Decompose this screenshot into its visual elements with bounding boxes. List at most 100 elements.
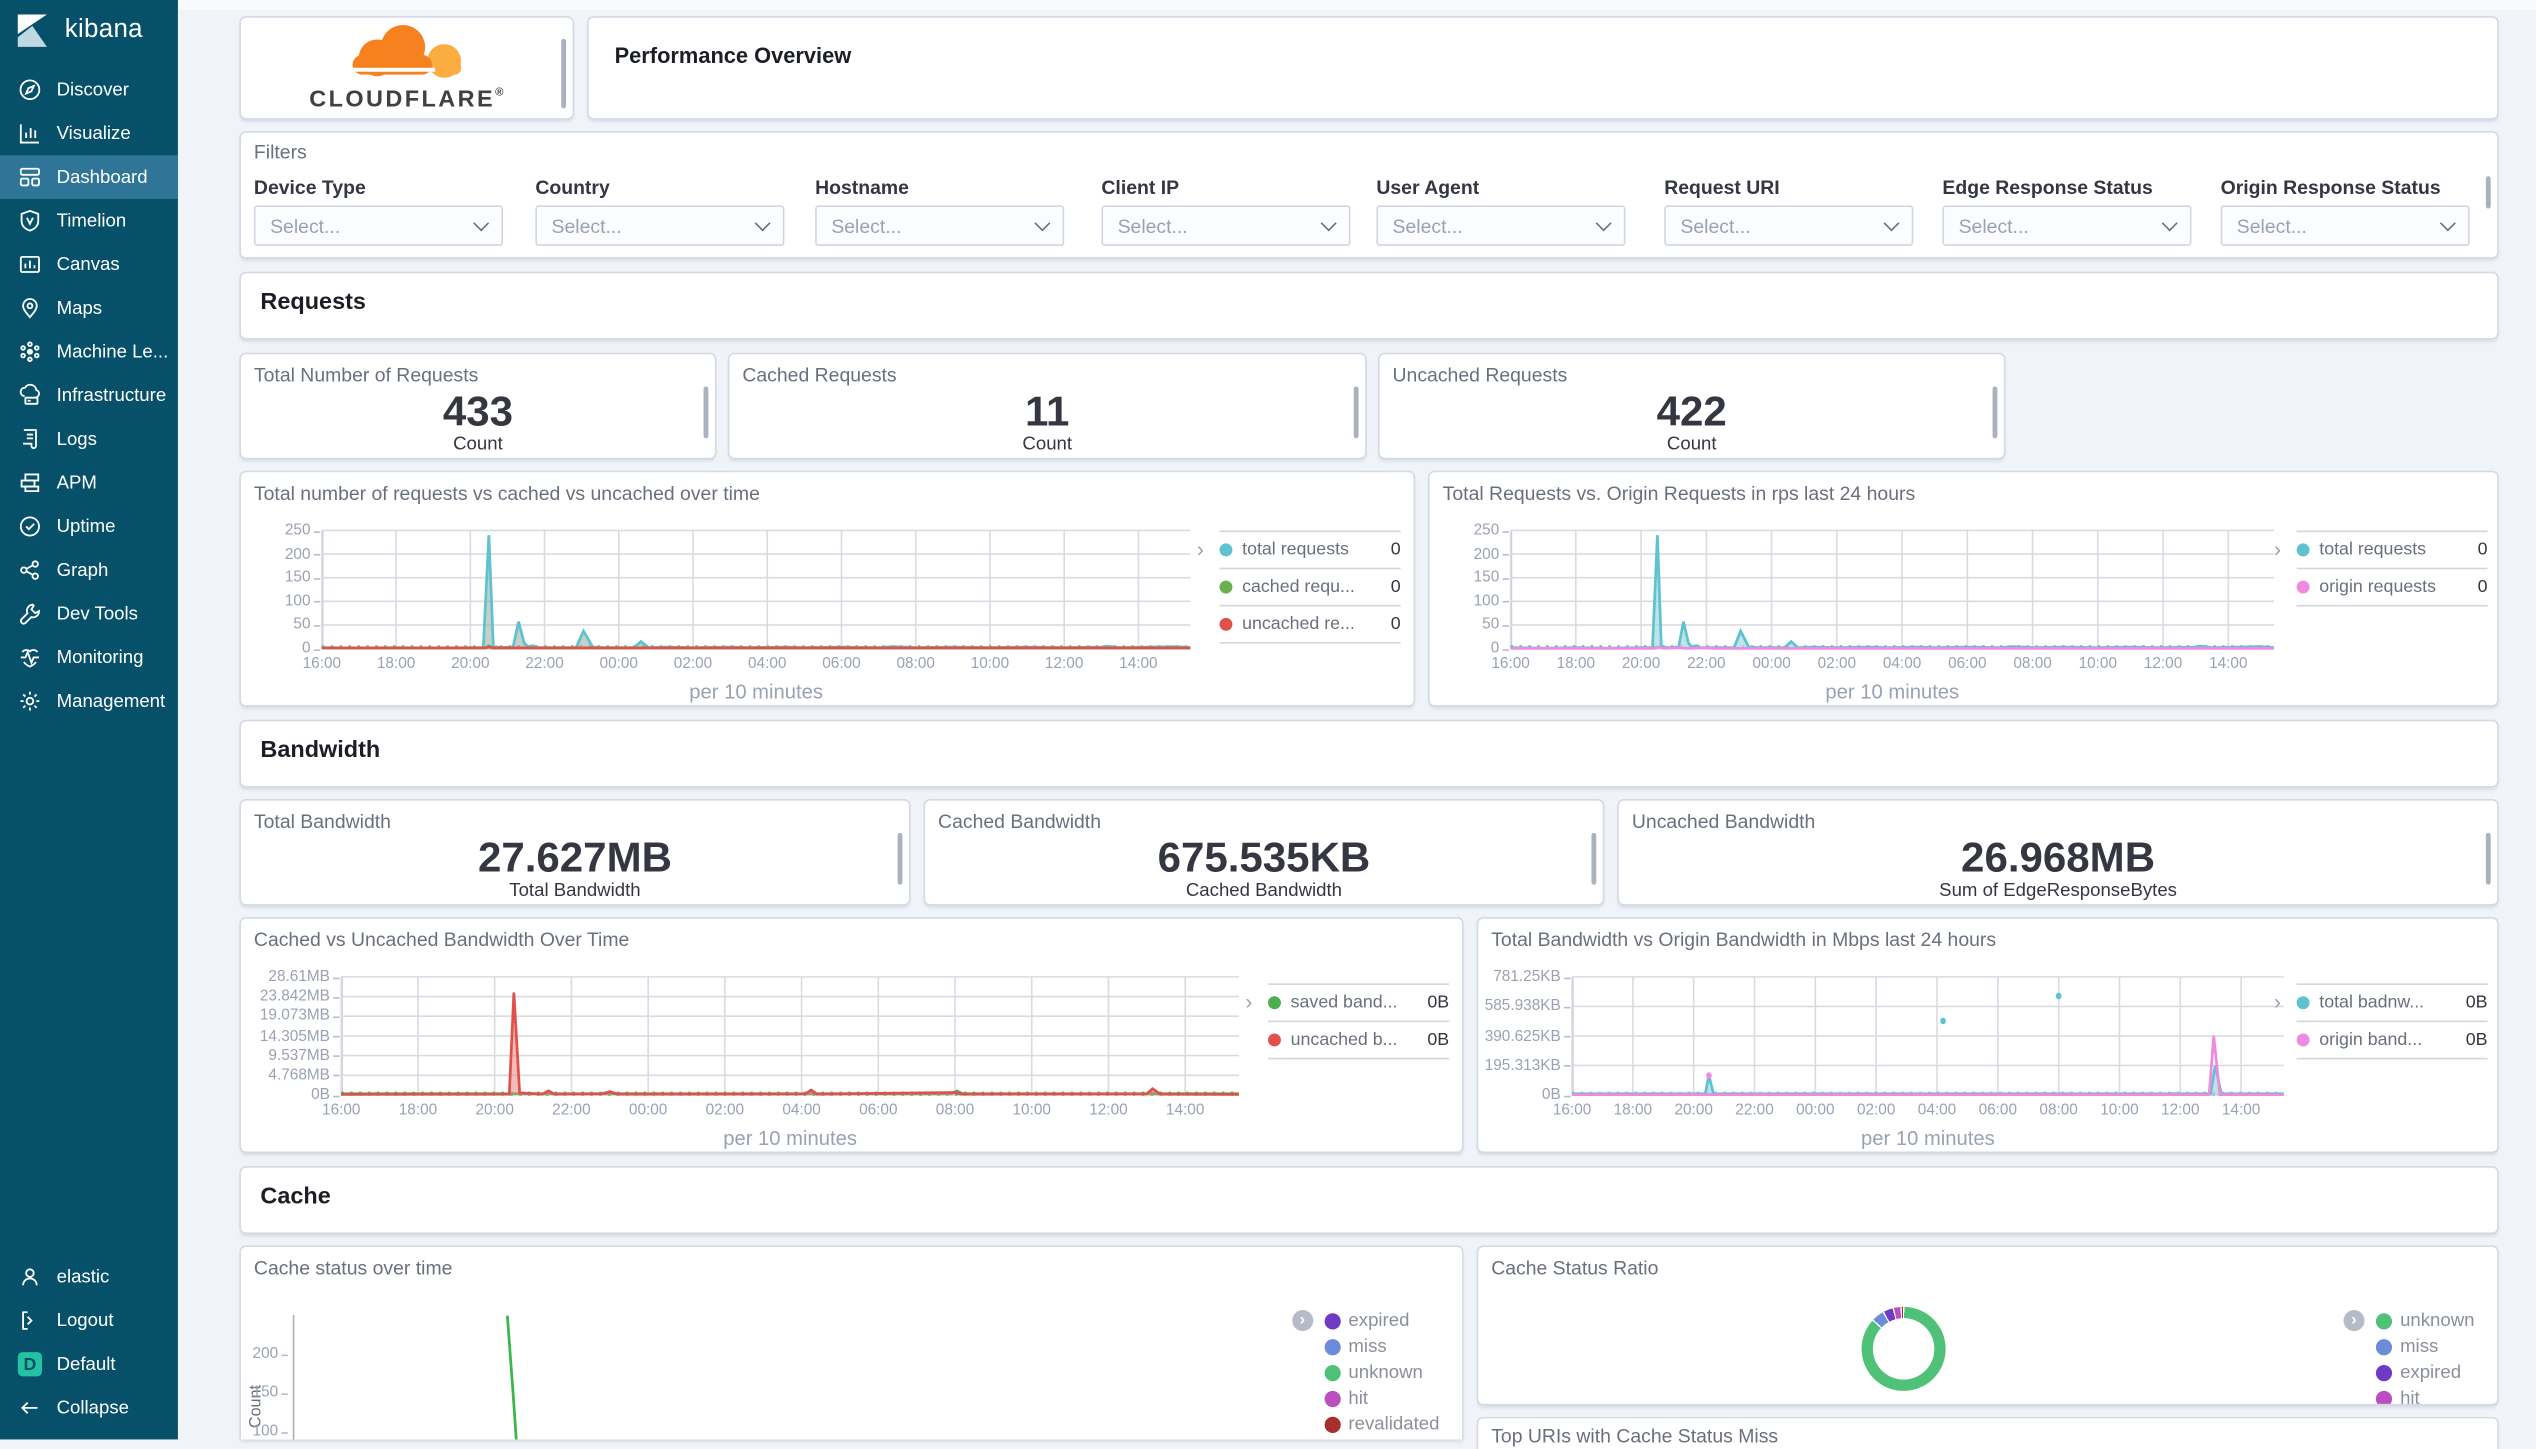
sidebar-item-collapse[interactable]: Collapse xyxy=(0,1386,178,1439)
filter-edge-response-status: Edge Response Status Select... xyxy=(1942,176,2192,246)
legend-collapse-icon[interactable]: › xyxy=(1245,990,1252,1014)
sidebar-item-dashboard[interactable]: Dashboard xyxy=(0,155,178,199)
panel-scrollbar[interactable] xyxy=(1992,386,1998,439)
discover-icon xyxy=(19,79,41,101)
series-dot xyxy=(1324,1313,1341,1330)
metric-value: 26.968MB xyxy=(1961,832,2156,882)
metric-total-bandwidth: Total Bandwidth 27.627MB Total Bandwidth xyxy=(239,798,911,906)
cache-status-ratio-donut[interactable] xyxy=(1861,1306,1946,1391)
series-dot xyxy=(1267,1033,1281,1047)
y-axis-ticks: 200150100500 xyxy=(241,1315,288,1439)
sidebar-item-timelion[interactable]: Timelion xyxy=(0,199,178,243)
metric-sub-label: Count xyxy=(453,435,503,455)
sidebar-item-user[interactable]: elastic xyxy=(0,1255,178,1299)
request-uri-select[interactable]: Select... xyxy=(1664,205,1914,246)
series-dot xyxy=(2375,1365,2392,1382)
sidebar-item-dev-tools[interactable]: Dev Tools xyxy=(0,592,178,636)
panel-scrollbar[interactable] xyxy=(1591,832,1597,885)
panel-scrollbar[interactable] xyxy=(2485,832,2491,885)
sidebar-item-apm[interactable]: APM xyxy=(0,461,178,505)
sidebar-item-visualize[interactable]: Visualize xyxy=(0,112,178,156)
legend-item-expired[interactable]: expired xyxy=(2375,1360,2475,1386)
legend-collapse-icon[interactable]: › xyxy=(1291,1310,1313,1332)
panel-scrollbar[interactable] xyxy=(1353,386,1359,439)
sidebar-item-canvas[interactable]: Canvas xyxy=(0,243,178,287)
kibana-logo[interactable]: kibana xyxy=(0,0,178,61)
legend-collapse-icon[interactable]: › xyxy=(2274,537,2281,561)
legend-item-uncached-bandwidth[interactable]: uncached b... 0B xyxy=(1267,1020,1450,1058)
sidebar-item-uptime[interactable]: Uptime xyxy=(0,505,178,549)
sidebar-item-monitoring[interactable]: Monitoring xyxy=(0,636,178,680)
client-ip-select[interactable]: Select... xyxy=(1101,205,1351,246)
filters-title: Filters xyxy=(253,140,307,164)
filter-device-type: Device Type Select... xyxy=(253,176,503,246)
legend-item-unknown[interactable]: unknown xyxy=(2375,1308,2475,1334)
hostname-select[interactable]: Select... xyxy=(815,205,1065,246)
legend-collapse-icon[interactable]: › xyxy=(1197,537,1204,561)
series-dot xyxy=(2296,580,2310,594)
metric-value: 27.627MB xyxy=(477,832,672,882)
legend-collapse-icon[interactable]: › xyxy=(2274,990,2281,1014)
sidebar-item-logout[interactable]: Logout xyxy=(0,1299,178,1343)
legend-collapse-icon[interactable]: › xyxy=(2343,1310,2365,1332)
metric-title: Cached Requests xyxy=(742,363,897,387)
filter-label: Client IP xyxy=(1101,176,1180,199)
legend-item-total-requests[interactable]: total requests 0 xyxy=(1219,530,1401,567)
sidebar-item-machine-learning[interactable]: Machine Le... xyxy=(0,330,178,374)
legend-item-unknown[interactable]: unknown xyxy=(1324,1360,1439,1386)
legend-item-revalidated[interactable]: revalidated xyxy=(1324,1412,1439,1438)
timelion-icon xyxy=(20,209,40,232)
legend-item-miss[interactable]: miss xyxy=(1324,1334,1439,1360)
legend-item-cached-requests[interactable]: cached requ... 0 xyxy=(1219,567,1401,605)
chart-cache-status-over-time: Cache status over time Count 20015010050… xyxy=(239,1245,1464,1440)
logout-icon xyxy=(22,1311,33,1330)
legend-item-hit[interactable]: hit xyxy=(1324,1386,1439,1412)
sidebar-item-logs[interactable]: Logs xyxy=(0,417,178,461)
legend-item-saved-bandwidth[interactable]: saved band... 0B xyxy=(1267,983,1450,1020)
sidebar-item-discover[interactable]: Discover xyxy=(0,68,178,112)
machine-learning-icon xyxy=(20,341,40,363)
chart-plot: 200150100500 xyxy=(253,1314,1409,1440)
panel-scrollbar[interactable] xyxy=(897,832,903,885)
legend-item-uncached-requests[interactable]: uncached re... 0 xyxy=(1219,604,1401,642)
sidebar-item-infrastructure[interactable]: Infrastructure xyxy=(0,374,178,418)
metric-sub-label: Sum of EdgeResponseBytes xyxy=(1939,881,2177,901)
uptime-icon xyxy=(19,516,40,537)
chart-legend: › total badnw... 0B origin band... 0B xyxy=(2274,983,2488,1059)
chevron-down-icon xyxy=(473,215,490,232)
sidebar-footer: elastic Logout D Default Collapse xyxy=(0,1255,178,1439)
legend-item-expired[interactable]: expired xyxy=(1324,1308,1439,1334)
device-type-select[interactable]: Select... xyxy=(253,205,503,246)
metric-cached-bandwidth: Cached Bandwidth 675.535KB Cached Bandwi… xyxy=(923,798,1605,906)
panel-scrollbar[interactable] xyxy=(703,386,709,439)
legend-item-origin-bandwidth[interactable]: origin band... 0B xyxy=(2296,1020,2488,1058)
dashboard-icon xyxy=(19,167,40,187)
y-axis-ticks: 250 200 150 100 50 0 xyxy=(1402,522,1509,657)
legend-item-hit[interactable]: hit xyxy=(2375,1386,2475,1404)
management-icon xyxy=(20,691,40,711)
panel-scrollbar[interactable] xyxy=(2485,176,2491,209)
metric-sub-label: Count xyxy=(1022,435,1073,455)
sidebar-item-graph[interactable]: Graph xyxy=(0,548,178,592)
filters-panel: Filters Device Type Select... Country Se… xyxy=(239,131,2499,259)
user-agent-select[interactable]: Select... xyxy=(1376,205,1626,246)
chart-plot: 250 200 150 100 50 0 16:00 18:00 20:00 22:00 00:0… xyxy=(285,522,1191,704)
metric-uncached-requests: Uncached Requests 422 Count xyxy=(1377,352,2006,460)
metric-sub-label: Cached Bandwidth xyxy=(1185,881,1343,901)
sidebar-item-label: Uptime xyxy=(56,516,116,537)
sidebar-item-maps[interactable]: Maps xyxy=(0,286,178,330)
country-select[interactable]: Select... xyxy=(535,205,785,246)
sidebar-item-management[interactable]: Management xyxy=(0,679,178,723)
panel-scrollbar[interactable] xyxy=(561,38,567,109)
legend-item-origin-requests[interactable]: origin requests 0 xyxy=(2296,567,2488,605)
legend-item-miss[interactable]: miss xyxy=(2375,1334,2475,1360)
edge-response-status-select[interactable]: Select... xyxy=(1942,205,2192,246)
x-axis-label: per 10 minutes xyxy=(723,1127,857,1150)
sidebar-item-space-default[interactable]: D Default xyxy=(0,1342,178,1386)
requests-section-header: Requests xyxy=(239,271,2499,340)
graph-icon xyxy=(20,560,39,580)
origin-response-status-select[interactable]: Select... xyxy=(2220,205,2470,246)
legend-item-total-requests[interactable]: total requests 0 xyxy=(2296,530,2488,567)
legend-item-total-bandwidth[interactable]: total badnw... 0B xyxy=(2296,983,2488,1020)
sidebar-item-label: Monitoring xyxy=(56,647,144,668)
